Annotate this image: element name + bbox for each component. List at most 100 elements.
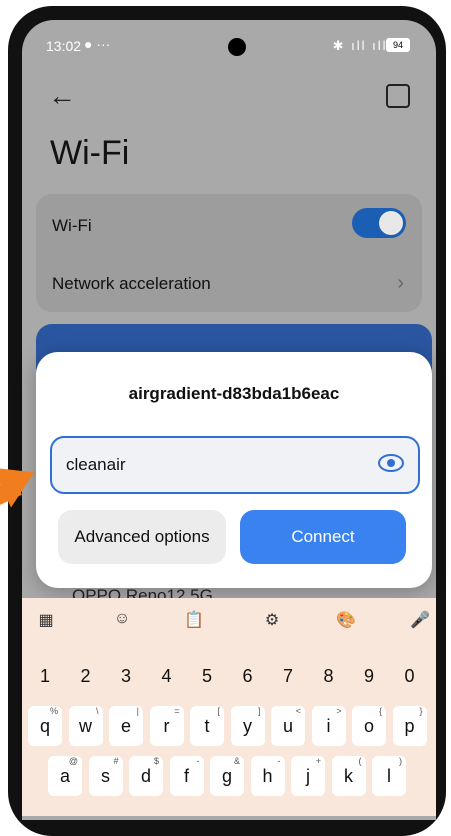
key-f[interactable]: f- bbox=[169, 756, 204, 796]
key-main-label: q bbox=[39, 716, 50, 736]
status-time: 13:02 bbox=[46, 38, 82, 54]
key-main-label: e bbox=[120, 716, 131, 736]
show-password-icon[interactable] bbox=[378, 454, 404, 472]
key-o[interactable]: o{ bbox=[352, 706, 386, 746]
wifi-settings-card: Wi-Fi Network acceleration › bbox=[36, 194, 422, 312]
key-s[interactable]: s # bbox=[88, 756, 123, 796]
key-u[interactable]: u < bbox=[271, 706, 305, 746]
key-i[interactable]: i > bbox=[311, 706, 346, 746]
network-acceleration-item[interactable]: Network acceleration bbox=[52, 274, 211, 294]
letter-row-2: a @ s # d $ f - g & h - j + k(l) bbox=[22, 756, 436, 800]
key-9[interactable]: 9 bbox=[352, 656, 386, 696]
key-p[interactable]: p} bbox=[392, 706, 427, 746]
key-secondary-label: ] bbox=[257, 706, 261, 716]
key-6[interactable]: 6 bbox=[231, 656, 265, 696]
chevron-right-icon: › bbox=[397, 272, 404, 294]
connect-button[interactable]: Connect bbox=[240, 510, 406, 564]
key-e[interactable]: e | bbox=[109, 706, 143, 746]
password-field[interactable]: cleanair bbox=[50, 436, 420, 494]
microphone-icon[interactable]: 🎤 bbox=[406, 610, 434, 630]
key-7[interactable]: 7 bbox=[271, 656, 305, 696]
key-secondary-label: + bbox=[315, 756, 321, 766]
front-camera bbox=[228, 38, 246, 56]
key-secondary-label: ( bbox=[358, 756, 362, 766]
key-main-label: l bbox=[387, 766, 391, 786]
grid-menu-icon[interactable]: ▦ bbox=[32, 610, 60, 630]
key-secondary-label: = bbox=[174, 706, 180, 716]
key-main-label: k bbox=[344, 766, 353, 786]
key-d[interactable]: d $ bbox=[129, 756, 163, 796]
key-secondary-label: # bbox=[113, 756, 119, 766]
dialog-ssid: airgradient-d83bda1b6eac bbox=[128, 384, 340, 403]
key-4[interactable]: 4 bbox=[150, 656, 184, 696]
key-main-label: p bbox=[404, 716, 415, 736]
battery-icon: 94 bbox=[386, 38, 410, 52]
key-g[interactable]: g & bbox=[210, 756, 244, 796]
key-j[interactable]: j + bbox=[291, 756, 325, 796]
key-main-label: t bbox=[204, 716, 210, 736]
key-secondary-label: \ bbox=[95, 706, 99, 716]
key-main-label: i bbox=[326, 716, 331, 736]
key-secondary-label: - bbox=[277, 756, 281, 766]
key-secondary-label: % bbox=[49, 706, 58, 716]
status-bar: 13:02 ● ··· ✱ ıll ıll ≋ 94 bbox=[22, 20, 436, 72]
wifi-password-dialog: airgradient-d83bda1b6eac cleanair Advanc… bbox=[36, 352, 432, 588]
key-secondary-label: $ bbox=[153, 756, 159, 766]
key-main-label: w bbox=[79, 716, 92, 736]
key-secondary-label: ) bbox=[399, 756, 402, 766]
key-main-label: a bbox=[59, 766, 70, 786]
page-title: Wi-Fi bbox=[50, 134, 130, 172]
key-main-label: j bbox=[306, 766, 310, 786]
advanced-options-button[interactable]: Advanced options bbox=[58, 510, 226, 564]
key-0[interactable]: 0 bbox=[393, 656, 427, 696]
key-5[interactable]: 5 bbox=[190, 656, 224, 696]
clipboard-icon[interactable]: 📋 bbox=[180, 610, 208, 630]
password-value: cleanair bbox=[66, 455, 126, 474]
key-w[interactable]: w \ bbox=[68, 706, 103, 746]
key-q[interactable]: q% bbox=[28, 706, 62, 746]
key-r[interactable]: r = bbox=[149, 706, 184, 746]
key-k[interactable]: k( bbox=[331, 756, 366, 796]
keyboard: ▦ ☺ 📋 ⚙ 🎨 🎤 1234567890 q% w \ e | r = t[y] u < i > o… bbox=[22, 598, 436, 816]
key-main-label: s bbox=[101, 766, 110, 786]
key-main-label: o bbox=[363, 716, 374, 736]
key-l[interactable]: l) bbox=[372, 756, 406, 796]
keyboard-toolbar: ▦ ☺ 📋 ⚙ 🎨 🎤 bbox=[22, 598, 436, 644]
key-y[interactable]: y] bbox=[230, 706, 265, 746]
notification-icons: ● ··· bbox=[84, 36, 111, 52]
key-main-label: u bbox=[282, 716, 293, 736]
settings-gear-icon[interactable]: ⚙ bbox=[258, 610, 286, 630]
back-arrow-icon[interactable]: ← bbox=[48, 80, 76, 112]
theme-palette-icon[interactable]: 🎨 bbox=[332, 610, 360, 630]
phone-frame: 13:02 ● ··· ✱ ıll ıll ≋ 94 ← Wi-Fi Wi-Fi… bbox=[0, 0, 451, 836]
key-main-label: y bbox=[243, 716, 252, 736]
key-secondary-label: } bbox=[419, 706, 423, 716]
key-secondary-label: - bbox=[196, 756, 200, 766]
key-8[interactable]: 8 bbox=[312, 656, 346, 696]
key-3[interactable]: 3 bbox=[109, 656, 143, 696]
number-row: 1234567890 bbox=[22, 656, 436, 700]
emoji-icon[interactable]: ☺ bbox=[108, 610, 136, 628]
wifi-toggle-label: Wi-Fi bbox=[52, 216, 92, 235]
key-secondary-label: @ bbox=[68, 756, 78, 766]
key-main-label: g bbox=[221, 766, 232, 786]
key-secondary-label: & bbox=[233, 756, 240, 766]
key-h[interactable]: h- bbox=[250, 756, 285, 796]
key-2[interactable]: 2 bbox=[69, 656, 103, 696]
toggle-knob bbox=[379, 211, 403, 235]
key-secondary-label: { bbox=[378, 706, 382, 716]
key-main-label: h bbox=[262, 766, 273, 786]
wifi-toggle[interactable] bbox=[352, 208, 406, 238]
key-secondary-label: | bbox=[136, 706, 139, 716]
scan-qr-icon[interactable] bbox=[386, 84, 410, 108]
key-1[interactable]: 1 bbox=[28, 656, 62, 696]
key-main-label: f bbox=[183, 766, 189, 786]
key-secondary-label: > bbox=[336, 706, 342, 716]
letter-row-1: q% w \ e | r = t[y] u < i > o{p} bbox=[22, 706, 436, 750]
key-a[interactable]: a @ bbox=[48, 756, 82, 796]
key-secondary-label: [ bbox=[217, 706, 220, 716]
key-t[interactable]: t[ bbox=[190, 706, 224, 746]
key-secondary-label: < bbox=[295, 706, 301, 716]
key-main-label: r bbox=[163, 716, 170, 736]
key-main-label: d bbox=[140, 766, 151, 786]
